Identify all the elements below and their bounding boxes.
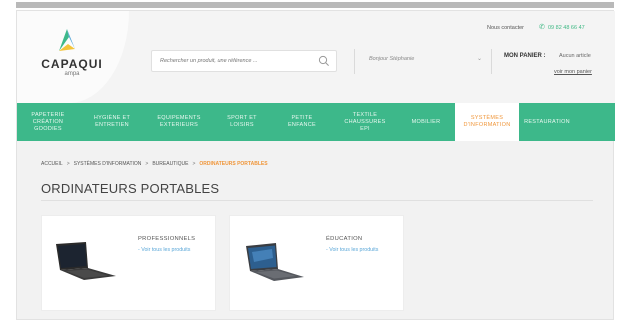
laptop-image <box>246 243 304 281</box>
view-all-products-link[interactable]: - Voir tous les produits <box>326 247 386 254</box>
category-title: PROFESSIONNELS <box>138 236 196 242</box>
nav-item-papeterie[interactable]: PAPETERIE CRÉATION GOODIES <box>17 103 79 141</box>
nav-item-petite-enfance[interactable]: PETITE ENFANCE <box>271 103 333 141</box>
contact-link[interactable]: Nous contacter <box>487 25 524 31</box>
page-title: ORDINATEURS PORTABLES <box>41 181 220 196</box>
category-card-professionnels[interactable]: PROFESSIONNELS - Voir tous les produits <box>41 215 216 311</box>
cart-title: MON PANIER : <box>504 53 546 59</box>
nav-item-textile[interactable]: TEXTILE CHAUSSURES EPI <box>333 103 397 141</box>
top-border-bar <box>16 2 614 8</box>
breadcrumb-current: ORDINATEURS PORTABLES <box>199 161 268 167</box>
category-card-education[interactable]: ÉDUCATION - Voir tous les produits <box>229 215 404 311</box>
view-cart-link[interactable]: voir mon panier <box>554 69 592 75</box>
breadcrumb-separator: > <box>192 161 196 167</box>
nav-item-mobilier[interactable]: MOBILIER <box>397 103 455 141</box>
nav-item-systemes-information[interactable]: SYSTÈMES D'INFORMATION <box>455 103 519 141</box>
header-divider <box>354 49 355 74</box>
site-header: CAPAQUI ampa Bonjour Stéphanie ⌄ Nous co… <box>17 11 615 103</box>
nav-item-equipements[interactable]: EQUIPEMENTS EXTERIEURS <box>145 103 213 141</box>
nav-item-hygiene[interactable]: HYGIÈNE ET ENTRETIEN <box>79 103 145 141</box>
title-divider <box>41 200 593 201</box>
phone-icon: ✆ <box>539 24 545 31</box>
breadcrumb-separator: > <box>66 161 70 167</box>
breadcrumb-separator: > <box>145 161 149 167</box>
category-title: ÉDUCATION <box>326 236 363 242</box>
header-divider <box>491 49 492 74</box>
breadcrumb-home[interactable]: ACCUEIL <box>41 161 63 167</box>
search-input[interactable] <box>152 51 312 71</box>
account-greeting[interactable]: Bonjour Stéphanie <box>369 56 489 68</box>
breadcrumb-bureautique[interactable]: BUREAUTIQUE <box>152 161 188 167</box>
breadcrumb: ACCUEIL > SYSTÈMES D'INFORMATION > BUREA… <box>41 159 268 169</box>
page-container: CAPAQUI ampa Bonjour Stéphanie ⌄ Nous co… <box>16 10 615 320</box>
breadcrumb-systemes[interactable]: SYSTÈMES D'INFORMATION <box>74 161 142 167</box>
main-nav: PAPETERIE CRÉATION GOODIES HYGIÈNE ET EN… <box>17 103 615 141</box>
phone-number[interactable]: 09 82 48 66 47 <box>548 25 585 31</box>
search-icon[interactable] <box>318 55 330 67</box>
cart-status: Aucun article <box>559 53 591 59</box>
nav-item-restauration[interactable]: RESTAURATION <box>519 103 575 141</box>
view-all-products-link[interactable]: - Voir tous les produits <box>138 247 198 254</box>
chevron-down-icon[interactable]: ⌄ <box>477 55 482 62</box>
nav-item-sport[interactable]: SPORT ET LOISIRS <box>213 103 271 141</box>
logo-name: CAPAQUI <box>41 57 103 71</box>
logo-subtitle: ampa <box>64 71 80 77</box>
laptop-image <box>56 242 116 280</box>
logo-icon <box>59 29 75 51</box>
search-box <box>151 50 337 72</box>
logo-link[interactable]: CAPAQUI ampa <box>17 11 129 103</box>
